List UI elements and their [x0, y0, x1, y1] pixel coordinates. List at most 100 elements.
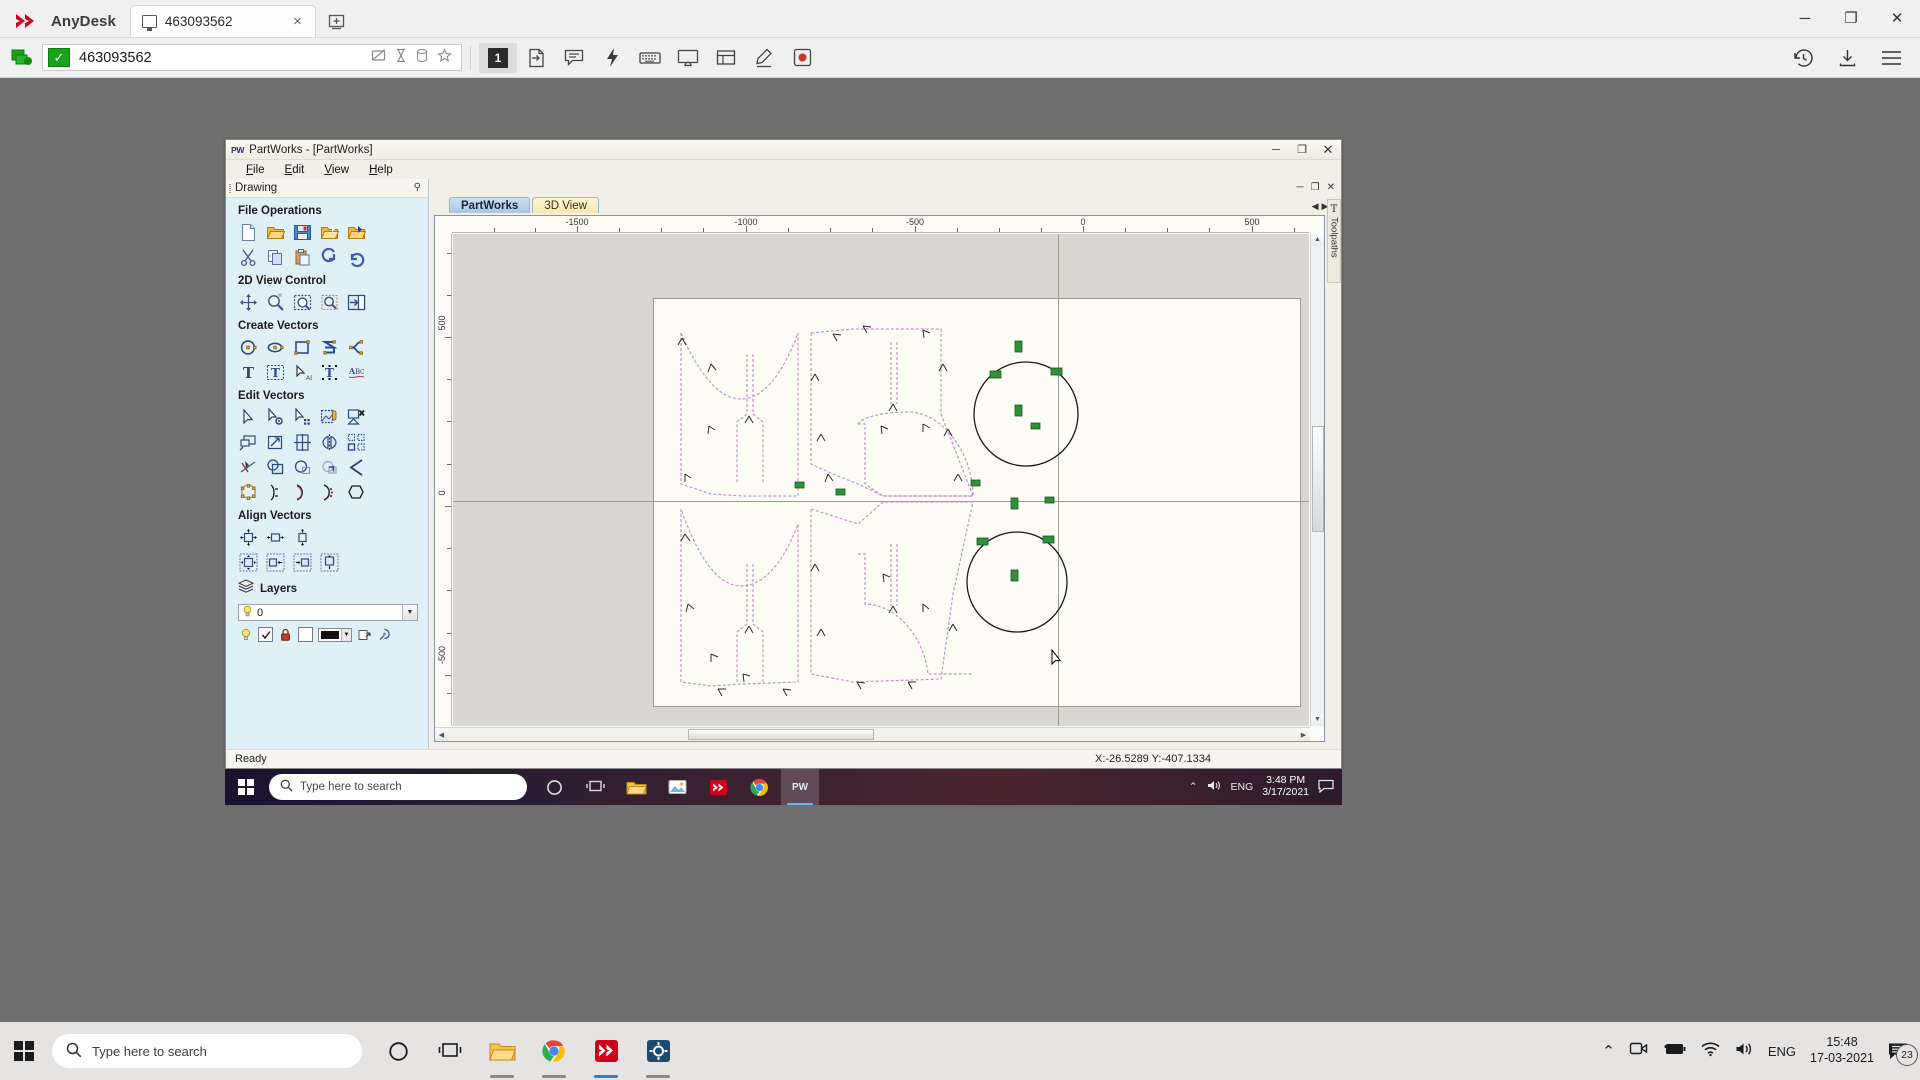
- fit-curves-icon[interactable]: [237, 481, 260, 503]
- import-vectors-icon[interactable]: [345, 221, 368, 243]
- partworks-taskbar-icon[interactable]: PW: [781, 769, 819, 805]
- scale-vectors-icon[interactable]: [264, 431, 287, 453]
- align-right-icon[interactable]: [291, 551, 314, 573]
- vertical-scroll-thumb[interactable]: [1312, 426, 1324, 532]
- toolpaths-side-strip[interactable]: T Toolpaths: [1327, 199, 1341, 283]
- tab-3d-view[interactable]: 3D View: [532, 197, 599, 213]
- mdi-restore-down-button[interactable]: ─: [1295, 182, 1306, 193]
- align-horizontal-centre-icon[interactable]: [264, 526, 287, 548]
- layer-delete-icon[interactable]: [377, 627, 392, 642]
- close-button[interactable]: ✕: [1874, 0, 1920, 37]
- file-explorer-icon[interactable]: [617, 769, 655, 805]
- layer-add-icon[interactable]: [357, 627, 372, 642]
- download-icon[interactable]: [1828, 43, 1866, 73]
- chrome-icon[interactable]: [740, 769, 778, 805]
- layer-fill-icon[interactable]: [298, 627, 313, 642]
- scroll-up-button[interactable]: ▲: [1311, 233, 1324, 246]
- layer-visible-icon[interactable]: [238, 627, 253, 642]
- chevron-down-icon[interactable]: ▼: [402, 605, 417, 620]
- open-recent-icon[interactable]: [318, 221, 341, 243]
- canvas-vertical-scrollbar[interactable]: ▲ ▼: [1310, 233, 1324, 726]
- photos-icon[interactable]: [658, 769, 696, 805]
- transform-nodes-icon[interactable]: [291, 406, 314, 428]
- tray-chevron-icon[interactable]: ⌃: [1189, 781, 1198, 793]
- offset-vectors-icon[interactable]: [237, 431, 260, 453]
- task-view-icon[interactable]: [426, 1022, 474, 1080]
- tray-language[interactable]: ENG: [1768, 1044, 1796, 1059]
- tray-language[interactable]: ENG: [1231, 781, 1254, 793]
- align-vertical-centre-icon[interactable]: [291, 526, 314, 548]
- text-in-box-icon[interactable]: T: [264, 361, 287, 383]
- draw-circle-icon[interactable]: [237, 336, 260, 358]
- array-copy-icon[interactable]: [345, 431, 368, 453]
- display-icon[interactable]: [669, 43, 707, 73]
- node-edit-options-icon[interactable]: [264, 406, 287, 428]
- file-explorer-icon[interactable]: [478, 1022, 526, 1080]
- save-file-icon[interactable]: [291, 221, 314, 243]
- scroll-down-button[interactable]: ▼: [1311, 713, 1324, 726]
- layer-select[interactable]: 0 ▼: [238, 604, 418, 621]
- undo-icon[interactable]: [318, 246, 341, 268]
- menu-icon[interactable]: [1872, 43, 1910, 73]
- transfer-icon[interactable]: [517, 43, 555, 73]
- canvas-horizontal-scrollbar[interactable]: ◀ ▶: [435, 727, 1310, 741]
- host-clock[interactable]: 15:48 17-03-2021: [1810, 1035, 1874, 1066]
- mirror-vectors-icon[interactable]: [291, 431, 314, 453]
- screenshot-icon[interactable]: [371, 48, 386, 68]
- curve-fit-icon[interactable]: [291, 481, 314, 503]
- chevron-down-icon[interactable]: ▼: [341, 628, 351, 641]
- auto-layout-text-icon[interactable]: T: [318, 361, 341, 383]
- zoom-to-material-icon[interactable]: [345, 291, 368, 313]
- drawing-canvas[interactable]: [453, 234, 1309, 726]
- create-polygon-icon[interactable]: [345, 481, 368, 503]
- camera-icon[interactable]: [1629, 1040, 1648, 1062]
- redo-icon[interactable]: [345, 246, 368, 268]
- speaker-icon[interactable]: [1207, 779, 1222, 795]
- copy-icon[interactable]: [264, 246, 287, 268]
- create-text-icon[interactable]: T: [237, 361, 260, 383]
- align-left-icon[interactable]: [264, 551, 287, 573]
- hourglass-icon[interactable]: [395, 48, 407, 68]
- subtract-vectors-icon[interactable]: [291, 456, 314, 478]
- trim-vectors-icon[interactable]: [318, 481, 341, 503]
- join-open-vectors-icon[interactable]: [345, 456, 368, 478]
- minimize-button[interactable]: ─: [1782, 0, 1828, 37]
- align-centre-in-material-icon[interactable]: [237, 551, 260, 573]
- pw-minimize-button[interactable]: ─: [1263, 141, 1289, 159]
- remote-start-button[interactable]: [225, 769, 267, 805]
- address-value[interactable]: 463093562: [75, 50, 371, 66]
- settings-icon[interactable]: [634, 1022, 682, 1080]
- storage-icon[interactable]: [416, 48, 428, 68]
- anydesk-status-icon[interactable]: [5, 45, 39, 71]
- flip-vectors-icon[interactable]: [318, 431, 341, 453]
- anydesk-icon[interactable]: [699, 769, 737, 805]
- new-file-icon[interactable]: [237, 221, 260, 243]
- session-count-icon[interactable]: 1: [479, 42, 517, 73]
- text-on-curve-icon[interactable]: AE: [291, 361, 314, 383]
- anydesk-session-tab[interactable]: 463093562 ×: [129, 5, 316, 37]
- maximize-button[interactable]: ❐: [1828, 0, 1874, 37]
- action-icon[interactable]: [593, 43, 631, 73]
- zoom-interactive-icon[interactable]: [264, 291, 287, 313]
- layer-color-swatch[interactable]: ▼: [318, 627, 352, 642]
- layer-checked-icon[interactable]: [258, 627, 273, 642]
- cortana-icon[interactable]: [535, 769, 573, 805]
- task-view-icon[interactable]: [576, 769, 614, 805]
- cut-icon[interactable]: [237, 246, 260, 268]
- close-icon[interactable]: ×: [288, 13, 307, 30]
- union-vectors-icon[interactable]: [264, 456, 287, 478]
- remote-clock[interactable]: 3:48 PM 3/17/2021: [1262, 775, 1309, 798]
- whiteboard-icon[interactable]: [707, 43, 745, 73]
- draw-polyline-icon[interactable]: [318, 336, 341, 358]
- menu-help[interactable]: Help: [359, 163, 403, 177]
- record-icon[interactable]: [783, 43, 821, 73]
- new-session-icon[interactable]: [322, 6, 352, 36]
- open-file-icon[interactable]: [264, 221, 287, 243]
- menu-file[interactable]: FFileile: [236, 163, 275, 177]
- weld-vectors-icon[interactable]: [237, 456, 260, 478]
- tab-partworks[interactable]: PartWorks: [449, 197, 531, 213]
- panel-grip[interactable]: [229, 184, 231, 193]
- scroll-left-button[interactable]: ◀: [435, 728, 448, 741]
- pw-maximize-button[interactable]: ❐: [1289, 141, 1315, 159]
- delete-node-icon[interactable]: [345, 406, 368, 428]
